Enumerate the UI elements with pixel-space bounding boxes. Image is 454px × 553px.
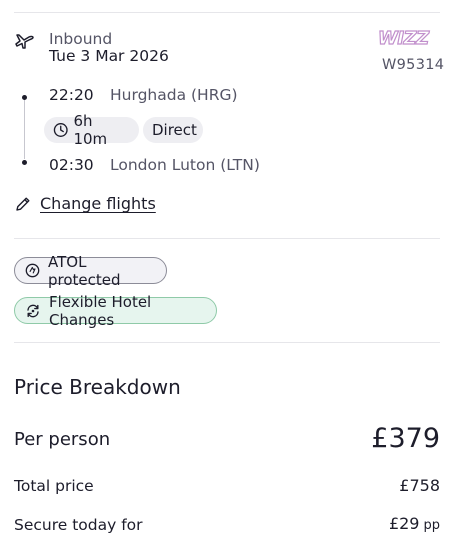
atol-shield-icon — [25, 263, 40, 278]
atol-badge-label: ATOL protected — [48, 252, 121, 289]
arrival-airport: London Luton (LTN) — [110, 156, 260, 174]
change-flights-label[interactable]: Change flights — [40, 194, 156, 213]
secure-today-label: Secure today for — [14, 516, 143, 534]
departure-dot — [22, 95, 27, 100]
per-person-price: £379 — [371, 423, 440, 454]
duration-chip: 6h 10m — [44, 112, 139, 148]
per-person-label: Per person — [14, 429, 111, 450]
secure-today-price: £29 pp — [389, 514, 440, 533]
timeline-line — [24, 99, 25, 159]
flight-date: Tue 3 Mar 2026 — [49, 47, 169, 65]
atol-badge: ATOL protected — [14, 253, 167, 289]
secure-today-amount: £29 — [388, 514, 420, 533]
duration-text: 6h 10m — [73, 112, 108, 148]
airline-logo: WIZZ — [377, 27, 429, 49]
direction-label: Inbound — [49, 30, 113, 48]
clock-icon — [53, 123, 68, 137]
price-breakdown-title: Price Breakdown — [14, 375, 181, 399]
change-flights-link[interactable]: Change flights — [14, 194, 156, 213]
arrival-time: 02:30 — [49, 156, 94, 174]
total-price-label: Total price — [14, 477, 94, 495]
refresh-icon — [27, 304, 39, 317]
lower-divider — [14, 342, 440, 343]
arrival-dot — [22, 160, 27, 165]
flexible-hotel-badge: Flexible Hotel Changes — [14, 293, 217, 329]
stops-text: Direct — [152, 121, 197, 139]
stops-chip: Direct — [143, 117, 203, 143]
total-price-value: £758 — [399, 476, 440, 495]
top-divider — [14, 12, 440, 13]
plane-landing-icon — [14, 30, 38, 52]
departure-time: 22:20 — [49, 86, 94, 104]
departure-airport: Hurghada (HRG) — [110, 86, 238, 104]
flight-summary-panel: Inbound Tue 3 Mar 2026 WIZZ W95314 22:20… — [0, 0, 454, 553]
pencil-icon — [16, 197, 30, 211]
flexible-badge-label: Flexible Hotel Changes — [49, 292, 152, 329]
mid-divider — [14, 238, 440, 239]
per-person-suffix: pp — [423, 518, 440, 533]
flight-number: W95314 — [382, 57, 445, 73]
